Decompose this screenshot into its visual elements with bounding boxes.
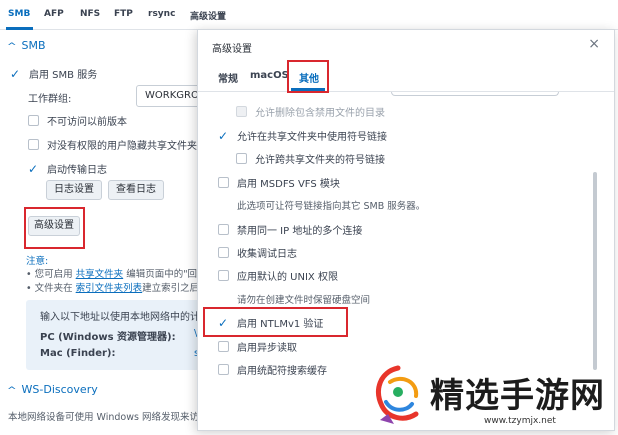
active-tab-indicator [6,27,33,30]
tab-general[interactable]: 常规 [218,70,238,85]
highlight-box [24,207,85,249]
checkmark-icon: ✓ [28,161,39,176]
log-settings-button[interactable]: 日志设置 [46,180,102,200]
watermark-logo-icon [376,365,419,424]
transfer-log-option[interactable]: ✓ 启动传输日志 [28,161,107,177]
checkbox[interactable] [28,139,39,150]
ws-discovery-description: 本地网络设备可使用 Windows 网络发现来访问 [8,412,209,423]
watermark-text: 精选手游网 [430,376,605,416]
scroll-edge [391,92,559,96]
checkmark-icon: ✓ [10,66,21,81]
watermark: 精选手游网 www.tzymjx.net [368,360,618,435]
ws-discovery-title: WS-Discovery [21,383,98,396]
dialog-tab-bar: 常规 macOS 其他 [198,62,614,92]
allow-symlinks-option[interactable]: ✓ 允许在共享文件夹中使用符号链接 [218,128,387,144]
wildcard-search-cache-option[interactable]: 启用统配符搜索缓存 [218,362,327,377]
allow-wide-links-option[interactable]: 允许跨共享文件夹的符号链接 [236,151,385,166]
mac-access-label: Mac (Finder): [40,348,116,359]
index-folder-list-link[interactable]: 索引文件夹列表 [76,283,143,294]
protocol-tab-bar: SMB AFP NFS FTP rsync 高级设置 [0,0,618,30]
enable-smb-label: 启用 SMB 服务 [29,70,98,81]
highlight-box [203,307,348,337]
enable-smb-option[interactable]: ✓ 启用 SMB 服务 [10,66,98,82]
checkbox[interactable] [218,270,229,281]
workgroup-label: 工作群组: [28,94,72,105]
msdfs-vfs-option[interactable]: 启用 MSDFS VFS 模块 [218,175,340,190]
disable-multi-connection-option[interactable]: 禁用同一 IP 地址的多个连接 [218,222,362,237]
shared-folder-link[interactable]: 共享文件夹 [76,269,124,280]
checkbox[interactable] [218,341,229,352]
default-unix-permissions-option[interactable]: 应用默认的 UNIX 权限 [218,268,338,283]
smb-section-title: SMB [21,39,46,52]
no-reserve-disk-space-label: 请勿在创建文件时保留硬盘空间 [237,295,371,306]
tab-nfs[interactable]: NFS [80,9,100,19]
notes-title: 注意: [26,256,49,267]
hide-previous-versions-option[interactable]: 不可访问以前版本 [28,113,127,128]
checkbox[interactable] [28,115,39,126]
dialog-title: 高级设置 [212,44,252,55]
ws-discovery-section-header[interactable]: ^ WS-Discovery [6,383,98,396]
tab-ftp[interactable]: FTP [114,9,133,19]
dialog-scrollbar[interactable] [593,172,597,370]
checkbox[interactable] [218,364,229,375]
note-recycle-bin: • 您可启用 共享文件夹 编辑页面中的"回收 [26,269,207,280]
checkbox[interactable] [218,247,229,258]
pc-access-label: PC (Windows 资源管理器): [40,332,176,343]
checkbox[interactable] [236,153,247,164]
note-index-folder: • 文件夹在 索引文件夹列表建立索引之后, [26,283,203,294]
tab-macos[interactable]: macOS [250,70,289,81]
close-icon[interactable]: × [588,36,600,52]
access-intro: 输入以下地址以使用本地网络中的计算机 [40,312,220,323]
smb-section-header[interactable]: ^ SMB [6,39,46,52]
checkbox[interactable] [236,106,247,117]
checkmark-icon: ✓ [218,128,229,143]
highlight-box [287,60,329,93]
tab-smb[interactable]: SMB [8,9,30,19]
tab-advanced[interactable]: 高级设置 [190,9,226,22]
msdfs-hint: 此选项可让符号链接指向其它 SMB 服务器。 [237,201,426,212]
chevron-up-icon: ^ [6,42,17,52]
hide-shares-option[interactable]: 对没有权限的用户隐藏共享文件夹 [28,137,197,152]
checkbox[interactable] [218,177,229,188]
collect-debug-logs-option[interactable]: 收集调试日志 [218,245,297,260]
checkbox[interactable] [218,224,229,235]
watermark-url: www.tzymjx.net [484,416,556,426]
async-read-option[interactable]: 启用异步读取 [218,339,297,354]
allow-delete-veto-option[interactable]: 允许删除包含禁用文件的目录 [236,104,385,119]
tab-rsync[interactable]: rsync [148,9,175,19]
tab-afp[interactable]: AFP [44,9,64,19]
chevron-up-icon: ^ [6,386,17,396]
access-info-box: 输入以下地址以使用本地网络中的计算机 PC (Windows 资源管理器): \… [26,300,220,370]
view-logs-button[interactable]: 查看日志 [108,180,164,200]
